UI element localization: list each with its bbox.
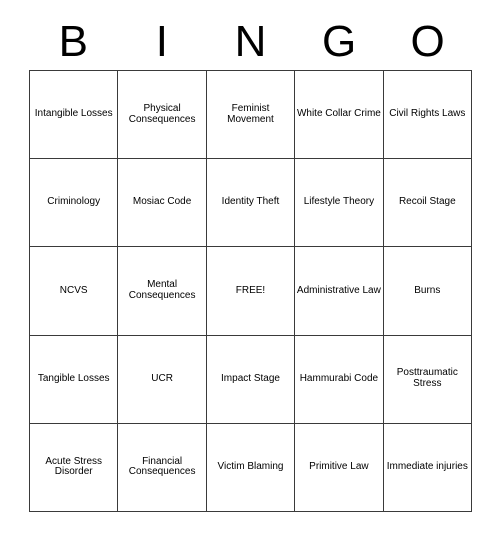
bingo-cell-label: White Collar Crime: [296, 108, 381, 120]
bingo-cell[interactable]: Administrative Law: [295, 247, 384, 336]
header-letter-b: B: [58, 17, 88, 66]
bingo-cell-label: NCVS: [59, 284, 88, 296]
bingo-cell-label: Hammurabi Code: [299, 372, 379, 384]
bingo-cell[interactable]: Lifestyle Theory: [295, 159, 384, 248]
bingo-cell[interactable]: Acute Stress Disorder: [30, 423, 119, 512]
header-letter-o: O: [410, 17, 445, 66]
bingo-free-label: FREE!: [235, 284, 266, 296]
bingo-cell-label: Feminist Movement: [227, 102, 274, 125]
bingo-cell[interactable]: Intangible Losses: [30, 71, 119, 160]
bingo-grid: Intangible Losses Physical Consequences …: [29, 70, 472, 512]
bingo-cell[interactable]: White Collar Crime: [295, 71, 384, 160]
bingo-cell[interactable]: UCR: [118, 335, 207, 424]
header-letter-i: I: [155, 17, 168, 66]
bingo-cell[interactable]: Posttraumatic Stress: [383, 335, 472, 424]
bingo-cell-label: Civil Rights Laws: [389, 108, 466, 120]
bingo-cell-label: Impact Stage: [221, 372, 280, 384]
bingo-cell[interactable]: Financial Consequences: [118, 423, 207, 512]
bingo-cell-label: Burns: [414, 284, 441, 296]
bingo-cell-label: Identity Theft: [221, 196, 280, 208]
bingo-cell-label: UCR: [151, 372, 173, 384]
bingo-cell-label: Physical Consequences: [128, 102, 196, 125]
bingo-cell-label: Mosiac Code: [132, 196, 192, 208]
bingo-cell[interactable]: Civil Rights Laws: [383, 71, 472, 160]
bingo-cell[interactable]: Feminist Movement: [206, 71, 296, 160]
bingo-cell[interactable]: Victim Blaming: [206, 423, 296, 512]
bingo-cell-label: Tangible Losses: [37, 372, 110, 384]
bingo-cell[interactable]: Primitive Law: [295, 423, 384, 512]
bingo-cell-label: Lifestyle Theory: [303, 196, 375, 208]
bingo-cell-label: Primitive Law: [309, 460, 369, 472]
bingo-cell[interactable]: Hammurabi Code: [295, 335, 384, 424]
bingo-cell-label: Administrative Law: [296, 284, 381, 296]
bingo-cell[interactable]: Mosiac Code: [118, 159, 207, 248]
bingo-cell[interactable]: Recoil Stage: [383, 159, 472, 248]
bingo-cell-label: Acute Stress Disorder: [45, 455, 103, 478]
bingo-card: B I N G O Intangible Losses Physical Con…: [29, 14, 472, 512]
bingo-cell[interactable]: NCVS: [30, 247, 119, 336]
bingo-cell-label: Recoil Stage: [398, 196, 456, 208]
bingo-cell[interactable]: Mental Consequences: [118, 247, 207, 336]
bingo-cell-label: Immediate injuries: [386, 460, 468, 472]
bingo-cell[interactable]: Burns: [383, 247, 472, 336]
bingo-cell-label: Intangible Losses: [34, 108, 113, 120]
bingo-cell-label: Posttraumatic Stress: [396, 367, 458, 390]
bingo-cell[interactable]: Tangible Losses: [30, 335, 119, 424]
bingo-cell[interactable]: Criminology: [30, 159, 119, 248]
header-letter-n: N: [234, 17, 267, 66]
bingo-cell-free[interactable]: FREE!: [206, 247, 296, 336]
bingo-cell[interactable]: Physical Consequences: [118, 71, 207, 160]
bingo-cell[interactable]: Identity Theft: [206, 159, 296, 248]
bingo-cell-label: Victim Blaming: [217, 460, 284, 472]
bingo-cell[interactable]: Immediate injuries: [383, 423, 472, 512]
bingo-cell-label: Financial Consequences: [128, 455, 196, 478]
bingo-cell[interactable]: Impact Stage: [206, 335, 296, 424]
bingo-cell-label: Criminology: [47, 196, 101, 208]
header-letter-g: G: [321, 17, 357, 66]
bingo-header-row: B I N G O: [29, 14, 472, 70]
bingo-cell-label: Mental Consequences: [128, 279, 196, 301]
